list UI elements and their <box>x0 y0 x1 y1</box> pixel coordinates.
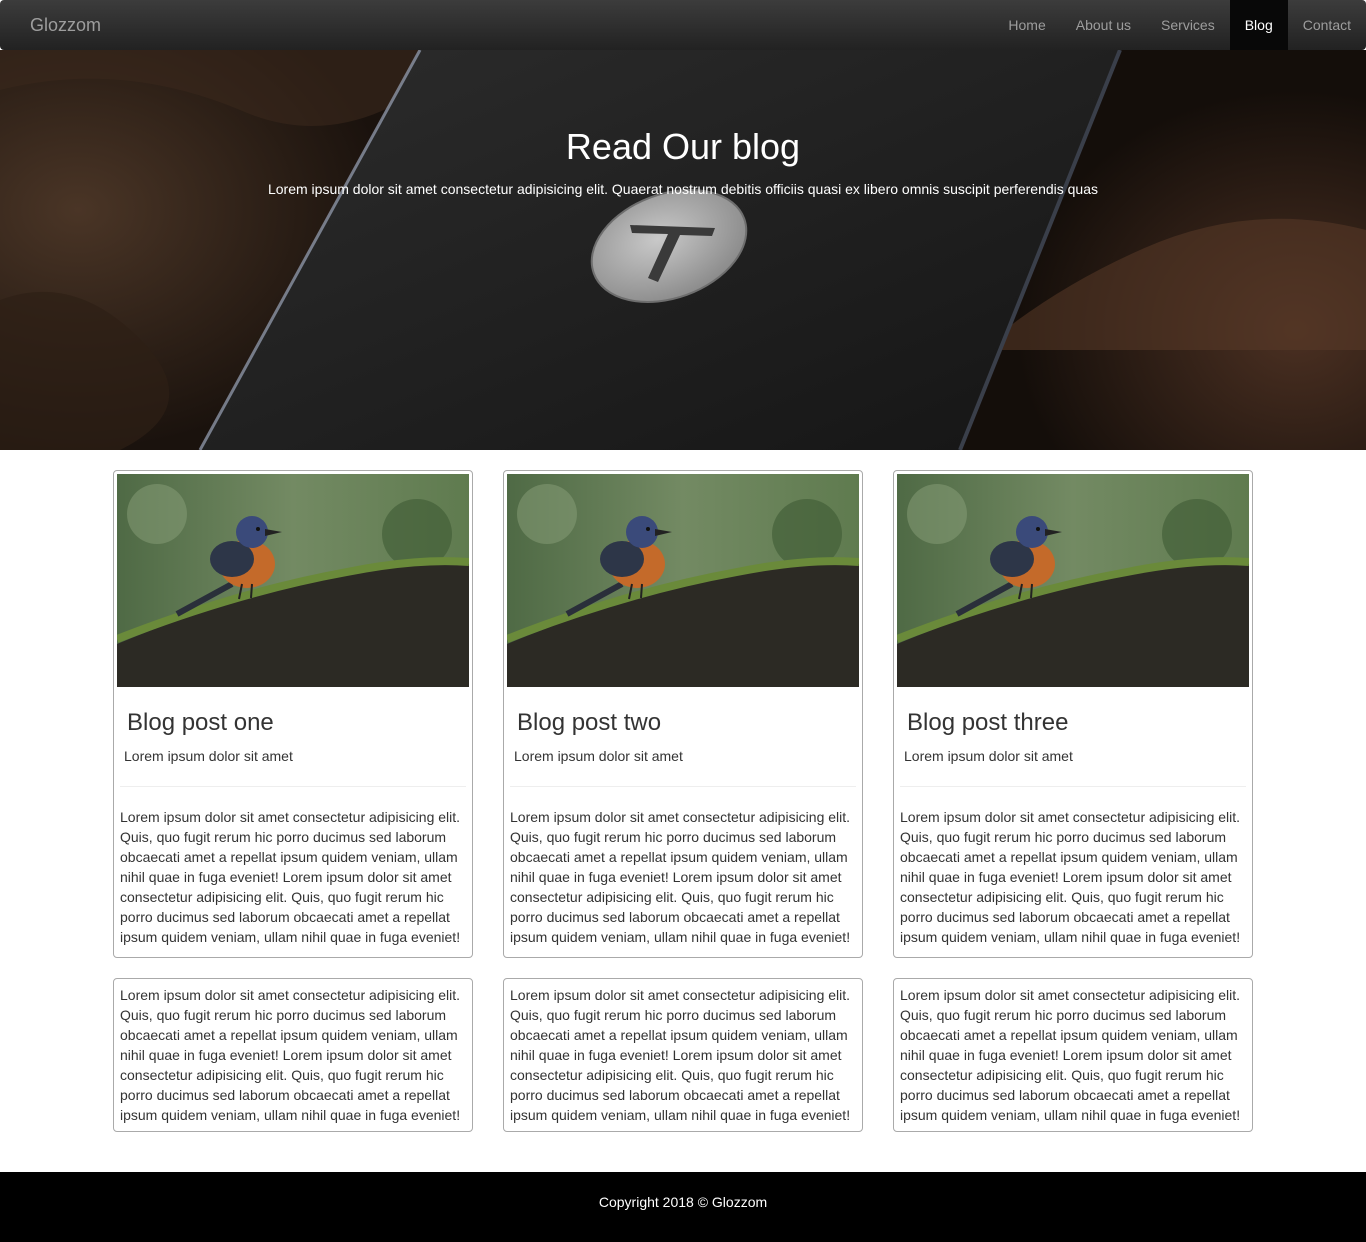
blog-card: Blog post one Lorem ipsum dolor sit amet… <box>113 470 473 958</box>
brand-logo[interactable]: Glozzom <box>30 0 101 50</box>
divider <box>900 786 1246 787</box>
nav-link-about-us[interactable]: About us <box>1061 0 1146 50</box>
text-card: Lorem ipsum dolor sit amet consectetur a… <box>893 978 1253 1132</box>
nav-menu: Home About us Services Blog Contact <box>993 0 1366 50</box>
text-card: Lorem ipsum dolor sit amet consectetur a… <box>503 978 863 1132</box>
post-body: Lorem ipsum dolor sit amet consectetur a… <box>510 809 851 945</box>
post-subtitle: Lorem ipsum dolor sit amet <box>904 748 1073 764</box>
post-body: Lorem ipsum dolor sit amet consectetur a… <box>120 809 461 945</box>
divider <box>120 786 466 787</box>
post-title[interactable]: Blog post two <box>517 709 661 737</box>
nav-link-home[interactable]: Home <box>993 0 1060 50</box>
blog-card: Blog post two Lorem ipsum dolor sit amet… <box>503 470 863 958</box>
bird-photo <box>897 474 1249 687</box>
hero-section: Read Our blog Lorem ipsum dolor sit amet… <box>0 50 1366 450</box>
text-card-body: Lorem ipsum dolor sit amet consectetur a… <box>900 987 1241 1123</box>
nav-link-services[interactable]: Services <box>1146 0 1230 50</box>
nav-link-contact[interactable]: Contact <box>1288 0 1366 50</box>
nav-link-blog[interactable]: Blog <box>1229 0 1288 50</box>
hero-background-image <box>0 50 1366 450</box>
post-subtitle: Lorem ipsum dolor sit amet <box>514 748 683 764</box>
divider <box>510 786 856 787</box>
navbar: Glozzom Home About us Services Blog Cont… <box>0 0 1366 50</box>
footer: Copyright 2018 © Glozzom <box>0 1172 1366 1242</box>
post-subtitle: Lorem ipsum dolor sit amet <box>124 748 293 764</box>
bird-photo <box>117 474 469 687</box>
text-card-body: Lorem ipsum dolor sit amet consectetur a… <box>120 987 461 1123</box>
hero-title: Read Our blog <box>565 126 801 167</box>
post-title[interactable]: Blog post three <box>907 709 1068 737</box>
bird-photo <box>507 474 859 687</box>
blog-card: Blog post three Lorem ipsum dolor sit am… <box>893 470 1253 958</box>
post-body: Lorem ipsum dolor sit amet consectetur a… <box>900 809 1241 945</box>
text-card-body: Lorem ipsum dolor sit amet consectetur a… <box>510 987 851 1123</box>
hero-subtitle: Lorem ipsum dolor sit amet consectetur a… <box>267 181 1099 197</box>
text-card: Lorem ipsum dolor sit amet consectetur a… <box>113 978 473 1132</box>
copyright-text: Copyright 2018 © Glozzom <box>598 1194 768 1210</box>
post-title[interactable]: Blog post one <box>127 709 274 737</box>
